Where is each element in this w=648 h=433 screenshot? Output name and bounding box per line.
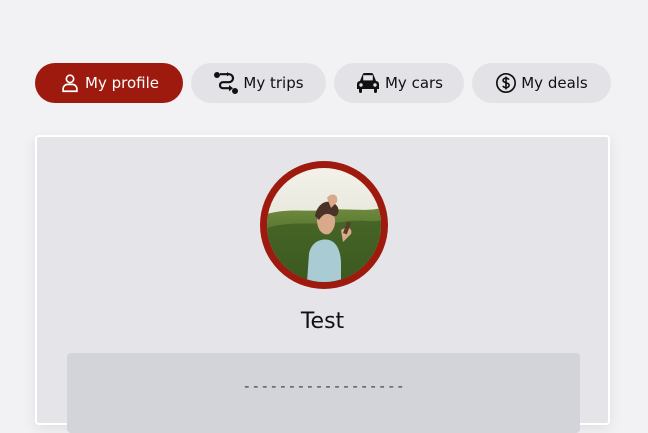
tab-my-trips-label: My trips [243,74,304,92]
route-icon [213,71,239,95]
tab-my-deals[interactable]: My deals [472,63,611,103]
tab-my-cars[interactable]: My cars [334,63,464,103]
tab-my-profile-label: My profile [85,74,159,92]
user-icon [59,72,81,94]
profile-name: Test [300,309,345,334]
car-icon [355,72,381,94]
tab-my-cars-label: My cars [384,74,443,92]
details-placeholder: ------------------ [242,377,405,395]
tab-my-profile[interactable]: My profile [35,63,183,103]
avatar[interactable] [260,161,388,289]
tab-my-deals-label: My deals [521,74,588,92]
tab-my-trips[interactable]: My trips [191,63,326,103]
profile-details-box: ------------------ [67,353,580,433]
avatar-photo [267,168,381,282]
profile-tabs: My profile My trips My cars My deals [35,63,611,103]
profile-card: Test ------------------ [35,135,610,433]
dollar-circle-icon [495,72,517,94]
